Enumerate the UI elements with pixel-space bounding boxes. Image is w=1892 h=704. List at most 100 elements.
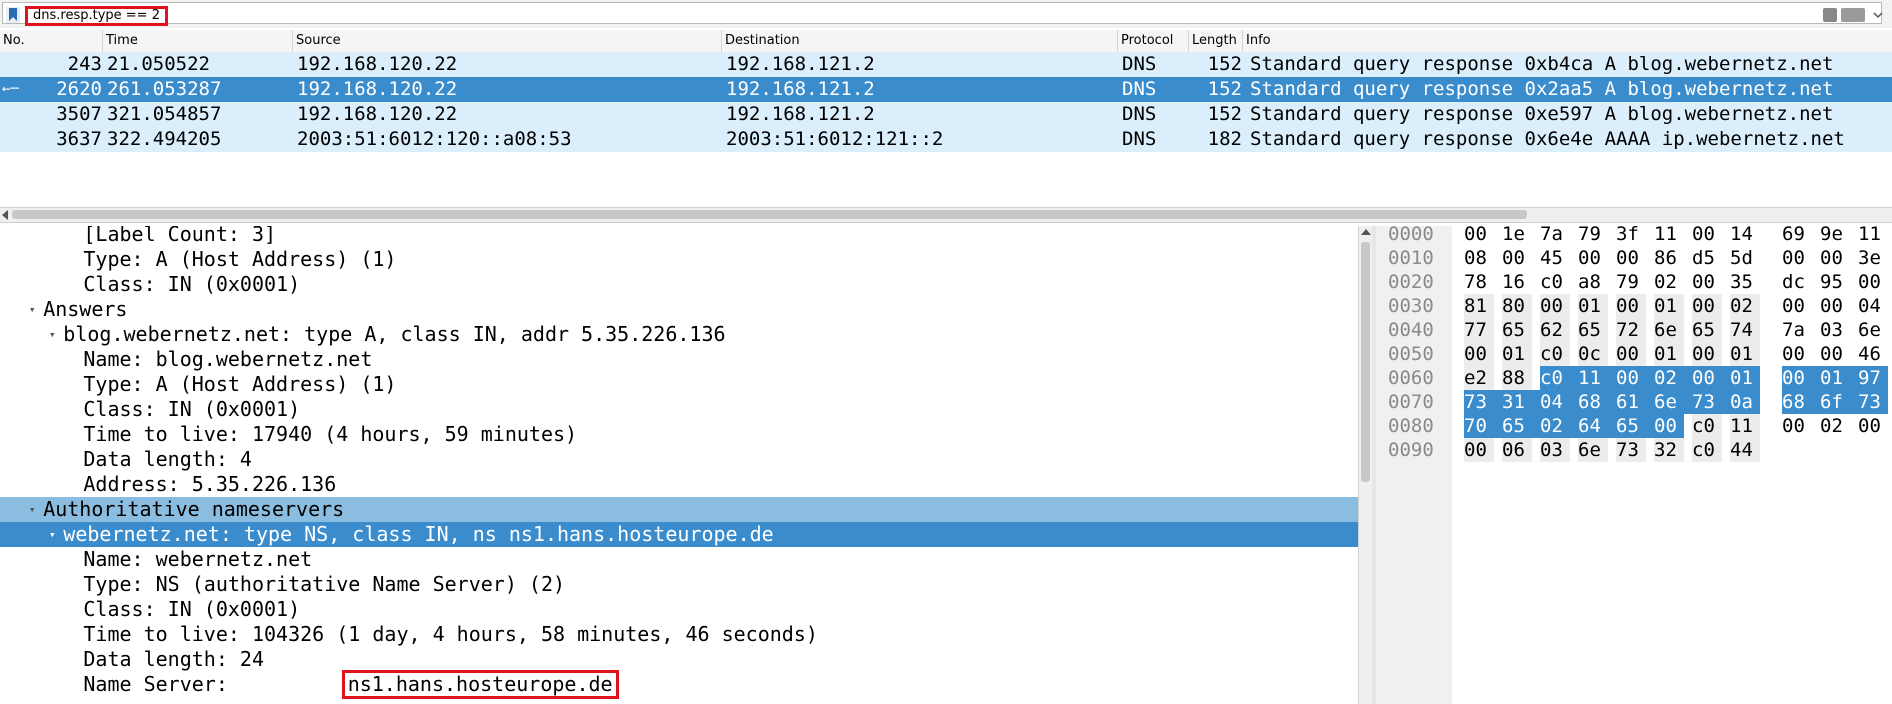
hex-byte[interactable]: 00 [1782, 342, 1812, 366]
hex-byte[interactable]: 00 [1616, 366, 1646, 390]
hex-byte[interactable]: 72 [1616, 318, 1646, 342]
hex-byte[interactable]: 73 [1858, 390, 1888, 414]
hex-byte[interactable]: 00 [1540, 294, 1570, 318]
hex-byte[interactable]: 01 [1502, 342, 1532, 366]
hex-byte[interactable]: 68 [1578, 390, 1608, 414]
packet-details-vertical-scrollbar[interactable] [1358, 226, 1373, 704]
expand-arrow-icon[interactable]: ▾ [45, 522, 59, 547]
column-header-destination[interactable]: Destination [722, 30, 1118, 52]
hex-byte[interactable]: 9e [1820, 226, 1850, 246]
hex-byte[interactable]: 11 [1578, 366, 1608, 390]
column-header-time[interactable]: Time [103, 30, 293, 52]
hex-byte[interactable]: 06 [1502, 438, 1532, 462]
hex-byte[interactable]: 00 [1692, 226, 1722, 246]
hex-byte[interactable]: 35 [1730, 270, 1760, 294]
tree-item[interactable]: Time to live: 104326 (1 day, 4 hours, 58… [0, 622, 1358, 647]
hex-byte[interactable]: d5 [1692, 246, 1722, 270]
hex-byte[interactable]: 02 [1540, 414, 1570, 438]
tree-item[interactable]: Data length: 4 [0, 447, 1358, 472]
hex-byte[interactable]: 68 [1782, 390, 1812, 414]
tree-item[interactable]: Name: blog.webernetz.net [0, 347, 1358, 372]
hex-byte[interactable]: 6e [1654, 390, 1684, 414]
packet-row[interactable]: 3637 322.494205 2003:51:6012:120::a08:53 20… [0, 127, 1892, 152]
hex-byte[interactable]: 78 [1464, 270, 1494, 294]
hex-byte[interactable]: 03 [1540, 438, 1570, 462]
bookmark-icon[interactable] [6, 7, 20, 23]
hex-byte[interactable]: 01 [1820, 366, 1850, 390]
hex-byte[interactable]: 6e [1578, 438, 1608, 462]
hex-byte[interactable]: 7a [1540, 226, 1570, 246]
apply-filter-icon[interactable] [1841, 8, 1865, 22]
tree-item[interactable]: Class: IN (0x0001) [0, 597, 1358, 622]
hex-byte[interactable]: 6e [1858, 318, 1888, 342]
tree-item[interactable]: Address: 5.35.226.136 [0, 472, 1358, 497]
hex-byte[interactable]: c0 [1540, 342, 1570, 366]
hex-byte[interactable]: 65 [1502, 414, 1532, 438]
hex-byte[interactable]: 3f [1616, 226, 1646, 246]
hex-byte[interactable]: 32 [1654, 438, 1684, 462]
hex-byte[interactable]: 95 [1820, 270, 1850, 294]
hex-byte[interactable]: 00 [1820, 294, 1850, 318]
packet-row[interactable]: ←─ 2620 261.053287 192.168.120.22 192.168.12… [0, 77, 1892, 102]
hex-byte[interactable]: 00 [1782, 294, 1812, 318]
hex-byte[interactable]: 04 [1858, 294, 1888, 318]
tree-item[interactable]: Time to live: 17940 (4 hours, 59 minutes… [0, 422, 1358, 447]
hex-byte[interactable]: 45 [1540, 246, 1570, 270]
scrollbar-thumb[interactable] [12, 210, 1527, 219]
hex-byte[interactable]: 70 [1464, 414, 1494, 438]
hex-byte[interactable]: 00 [1782, 246, 1812, 270]
hex-byte[interactable]: dc [1782, 270, 1812, 294]
hex-byte[interactable]: 73 [1692, 390, 1722, 414]
hex-byte[interactable]: 97 [1858, 366, 1888, 390]
hex-byte[interactable]: 00 [1782, 414, 1812, 438]
hex-byte[interactable]: 77 [1464, 318, 1494, 342]
hex-byte[interactable]: 00 [1464, 342, 1494, 366]
column-header-protocol[interactable]: Protocol [1118, 30, 1189, 52]
hex-byte[interactable]: 00 [1692, 270, 1722, 294]
hex-byte[interactable]: 64 [1578, 414, 1608, 438]
hex-byte[interactable]: 65 [1692, 318, 1722, 342]
hex-byte[interactable]: 16 [1502, 270, 1532, 294]
hex-byte[interactable]: 00 [1692, 294, 1722, 318]
hex-byte[interactable]: 00 [1616, 246, 1646, 270]
hex-byte[interactable]: 00 [1502, 246, 1532, 270]
packet-row[interactable]: 243 21.050522 192.168.120.22 192.168.121.2 D… [0, 52, 1892, 77]
hex-byte[interactable]: 04 [1540, 390, 1570, 414]
hex-byte[interactable]: 00 [1578, 246, 1608, 270]
hex-byte[interactable]: 73 [1464, 390, 1494, 414]
hex-byte[interactable]: 44 [1730, 438, 1760, 462]
hex-byte[interactable]: 86 [1654, 246, 1684, 270]
tree-item[interactable]: ▾ Answers [0, 297, 1358, 322]
hex-byte[interactable]: 00 [1858, 414, 1888, 438]
expand-arrow-icon[interactable]: ▾ [45, 322, 59, 347]
packet-row[interactable]: 3507 321.054857 192.168.120.22 192.168.121.… [0, 102, 1892, 127]
hex-byte[interactable]: 08 [1464, 246, 1494, 270]
hex-byte[interactable]: 00 [1692, 342, 1722, 366]
hex-byte[interactable]: 00 [1820, 246, 1850, 270]
hex-byte[interactable]: c0 [1692, 414, 1722, 438]
tree-item[interactable]: ▾ Authoritative nameservers [0, 497, 1358, 522]
tree-item[interactable]: Class: IN (0x0001) [0, 397, 1358, 422]
hex-byte[interactable]: 01 [1654, 342, 1684, 366]
tree-item[interactable]: [Label Count: 3] [0, 226, 1358, 247]
hex-byte[interactable]: 3e [1858, 246, 1888, 270]
column-header-info[interactable]: Info [1243, 30, 1892, 52]
hex-byte[interactable]: 65 [1616, 414, 1646, 438]
hex-byte[interactable]: 46 [1858, 342, 1888, 366]
hex-byte[interactable]: 11 [1858, 226, 1888, 246]
hex-byte[interactable]: 14 [1730, 226, 1760, 246]
tree-item-name-server[interactable]: Name Server: ns1.hans.hosteurope.de [0, 670, 1358, 699]
hex-byte[interactable]: 00 [1820, 342, 1850, 366]
hex-byte[interactable]: 80 [1502, 294, 1532, 318]
hex-byte[interactable]: 61 [1616, 390, 1646, 414]
hex-byte[interactable]: 88 [1502, 366, 1532, 390]
hex-byte[interactable]: 11 [1654, 226, 1684, 246]
tree-item[interactable]: Type: A (Host Address) (1) [0, 372, 1358, 397]
display-filter-input[interactable]: dns.resp.type == 2 [2, 2, 1885, 26]
hex-byte[interactable]: 00 [1616, 342, 1646, 366]
hex-byte[interactable]: 69 [1782, 226, 1812, 246]
scroll-left-arrow-icon[interactable] [2, 210, 8, 220]
hex-byte[interactable]: 01 [1730, 366, 1760, 390]
chevron-down-icon[interactable] [1871, 8, 1885, 22]
expand-arrow-icon[interactable]: ▾ [25, 497, 39, 522]
